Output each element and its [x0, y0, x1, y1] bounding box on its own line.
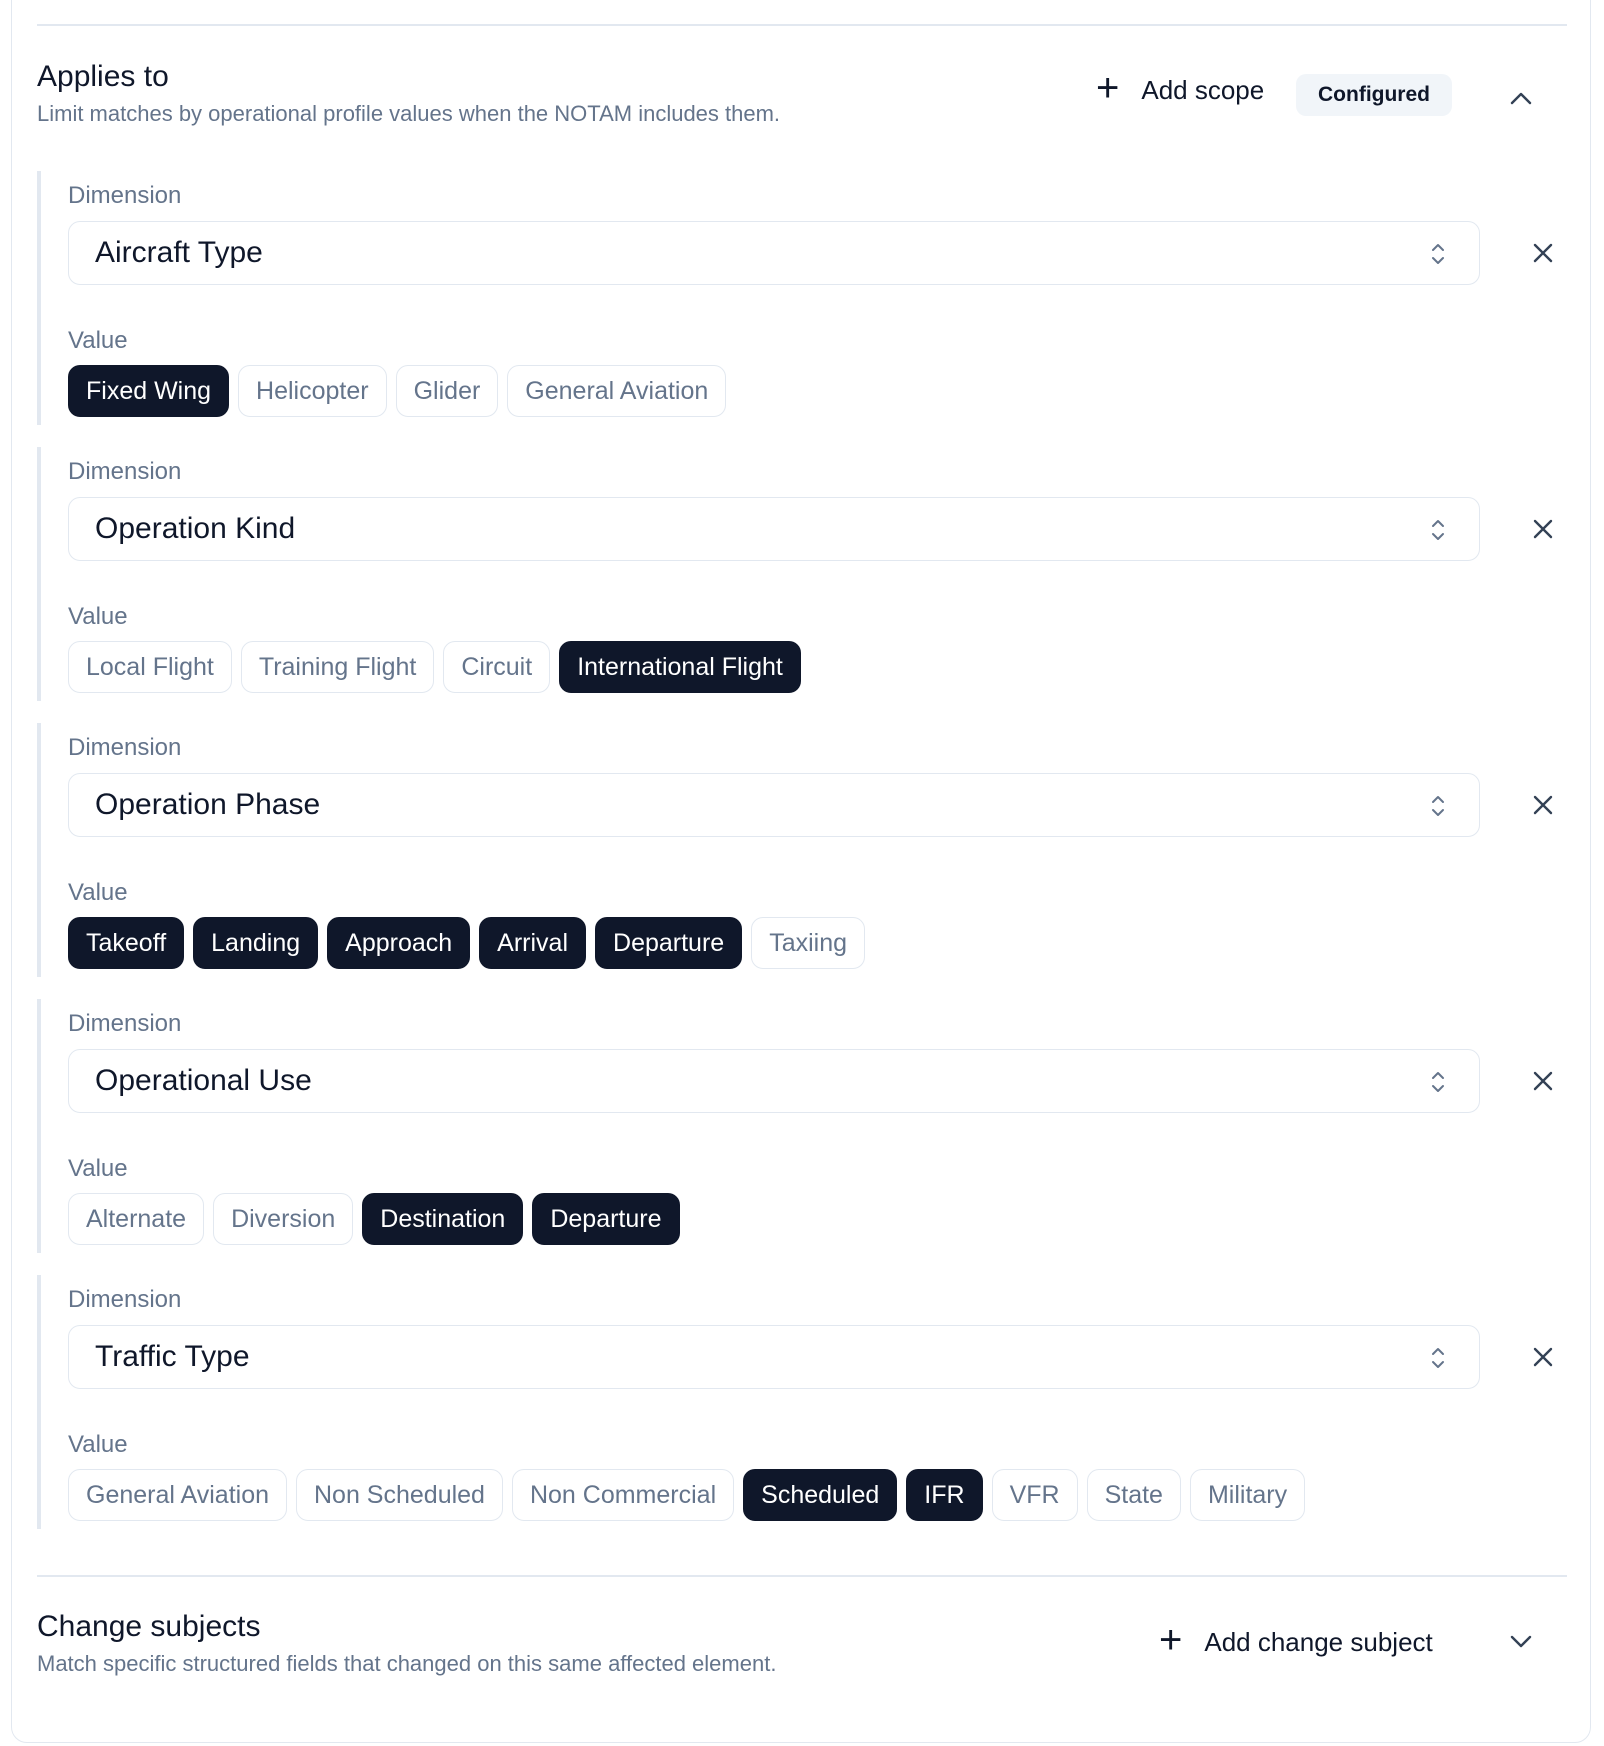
- value-chip[interactable]: IFR: [906, 1469, 983, 1521]
- value-chip[interactable]: Approach: [327, 917, 471, 969]
- dimension-select-value: Operation Kind: [95, 512, 296, 545]
- scope-row: Dimension Operation Phase Value Takeoff Land…: [37, 723, 1567, 977]
- section-subtitle: Match specific structured fields that ch…: [37, 1651, 777, 1676]
- chevron-up-icon: [1510, 92, 1532, 105]
- close-icon: [1533, 795, 1553, 815]
- dimension-select[interactable]: Operation Kind: [68, 497, 1480, 561]
- section-title: Applies to: [37, 60, 169, 93]
- dimension-select[interactable]: Operation Phase: [68, 773, 1480, 837]
- value-label: Value: [68, 327, 128, 354]
- scope-row: Dimension Aircraft Type Value Fixed Wing Hel…: [37, 171, 1567, 425]
- chevron-up-down-icon: [1432, 520, 1444, 540]
- dimension-select[interactable]: Operational Use: [68, 1049, 1480, 1113]
- scope-row: Dimension Operational Use Value Alternate Di…: [37, 999, 1567, 1253]
- value-label: Value: [68, 603, 128, 630]
- value-chip[interactable]: State: [1086, 1469, 1181, 1521]
- close-icon: [1533, 1071, 1553, 1091]
- remove-scope-button[interactable]: [1525, 511, 1561, 547]
- applies-to-header: Applies to Limit matches by operational …: [37, 60, 1567, 140]
- value-chip[interactable]: Fixed Wing: [68, 365, 230, 417]
- dimension-select-value: Traffic Type: [95, 1340, 250, 1373]
- dimension-select[interactable]: Aircraft Type: [68, 221, 1480, 285]
- value-chip[interactable]: Scheduled: [743, 1469, 898, 1521]
- plus-icon: +: [1096, 66, 1120, 110]
- add-scope-label: Add scope: [1141, 74, 1265, 105]
- chevron-up-down-icon: [1432, 1348, 1444, 1368]
- value-chip-group: Alternate Diversion Destination Departure: [68, 1193, 680, 1245]
- close-icon: [1533, 243, 1553, 263]
- value-chip[interactable]: Non Scheduled: [296, 1469, 503, 1521]
- add-change-subject-button[interactable]: + Add change subject: [1159, 1618, 1433, 1662]
- add-scope-button[interactable]: + Add scope: [1096, 66, 1265, 110]
- change-subjects-header: Change subjects Match specific structure…: [37, 1610, 1567, 1690]
- chevron-up-down-icon: [1432, 244, 1444, 264]
- dimension-select[interactable]: Traffic Type: [68, 1325, 1480, 1389]
- value-chip[interactable]: Diversion: [213, 1193, 354, 1245]
- chevron-down-icon: [1510, 1635, 1532, 1648]
- value-label: Value: [68, 1155, 128, 1182]
- value-chip[interactable]: Local Flight: [68, 641, 232, 693]
- value-chip[interactable]: General Aviation: [507, 365, 727, 417]
- dimension-label: Dimension: [68, 458, 182, 485]
- remove-scope-button[interactable]: [1525, 1063, 1561, 1099]
- value-chip[interactable]: Alternate: [68, 1193, 205, 1245]
- value-chip[interactable]: Departure: [595, 917, 743, 969]
- section-subtitle: Limit matches by operational profile val…: [37, 101, 781, 126]
- plus-icon: +: [1159, 1618, 1183, 1662]
- value-chip[interactable]: Non Commercial: [511, 1469, 735, 1521]
- value-chip-group: Local Flight Training Flight Circuit Intern…: [68, 641, 801, 693]
- value-chip-group: Fixed Wing Helicopter Glider General Aviati…: [68, 365, 727, 417]
- value-chip-group: General Aviation Non Scheduled Non Commerc…: [68, 1469, 1306, 1521]
- value-chip[interactable]: Helicopter: [238, 365, 387, 417]
- top-divider: [37, 24, 1567, 26]
- value-chip[interactable]: Takeoff: [68, 917, 185, 969]
- dimension-label: Dimension: [68, 182, 182, 209]
- value-label: Value: [68, 1431, 128, 1458]
- dimension-label: Dimension: [68, 1010, 182, 1037]
- remove-scope-button[interactable]: [1525, 787, 1561, 823]
- value-chip[interactable]: Glider: [395, 365, 499, 417]
- section-divider: [37, 1575, 1567, 1577]
- dimension-label: Dimension: [68, 1286, 182, 1313]
- value-chip[interactable]: Landing: [193, 917, 319, 969]
- value-chip[interactable]: Circuit: [443, 641, 551, 693]
- close-icon: [1533, 1347, 1553, 1367]
- dimension-select-value: Operational Use: [95, 1064, 312, 1097]
- value-chip[interactable]: Military: [1189, 1469, 1306, 1521]
- collapse-section-button[interactable]: [1505, 82, 1537, 114]
- dimension-label: Dimension: [68, 734, 182, 761]
- scope-row: Dimension Operation Kind Value Local Flight…: [37, 447, 1567, 701]
- add-change-subject-label: Add change subject: [1204, 1626, 1433, 1657]
- value-chip[interactable]: Training Flight: [240, 641, 435, 693]
- close-icon: [1533, 519, 1553, 539]
- chevron-up-down-icon: [1432, 1072, 1444, 1092]
- status-badge: Configured: [1296, 74, 1452, 116]
- value-chip[interactable]: General Aviation: [68, 1469, 287, 1521]
- remove-scope-button[interactable]: [1525, 1339, 1561, 1375]
- value-chip[interactable]: VFR: [991, 1469, 1078, 1521]
- dimension-select-value: Operation Phase: [95, 788, 321, 821]
- value-chip[interactable]: Destination: [362, 1193, 524, 1245]
- value-chip[interactable]: Taxiing: [751, 917, 866, 969]
- value-chip[interactable]: Arrival: [479, 917, 587, 969]
- dimension-select-value: Aircraft Type: [95, 236, 263, 269]
- value-label: Value: [68, 879, 128, 906]
- expand-section-button[interactable]: [1505, 1626, 1537, 1658]
- value-chip[interactable]: International Flight: [559, 641, 801, 693]
- section-title: Change subjects: [37, 1610, 261, 1643]
- remove-scope-button[interactable]: [1525, 235, 1561, 271]
- chevron-up-down-icon: [1432, 796, 1444, 816]
- value-chip[interactable]: Departure: [532, 1193, 680, 1245]
- scope-row: Dimension Traffic Type Value General Aviati…: [37, 1275, 1567, 1529]
- value-chip-group: Takeoff Landing Approach Arrival Departure Ta…: [68, 917, 866, 969]
